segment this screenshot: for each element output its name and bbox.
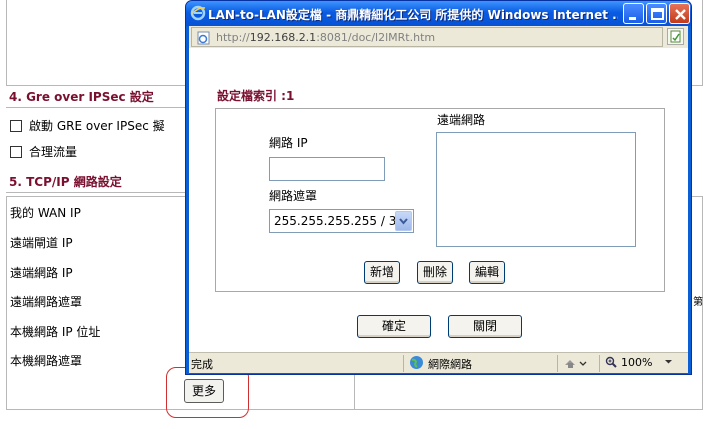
network-ip-label: 網路 IP bbox=[269, 136, 308, 150]
url-path: :8081/doc/l2lMRt.htm bbox=[316, 31, 436, 44]
netmask-label: 網路遮罩 bbox=[269, 189, 318, 203]
tcpip-section-title: 5. TCP/IP 網路設定 bbox=[6, 171, 186, 193]
url-prefix: http:// bbox=[216, 31, 250, 44]
tcpip-column-divider bbox=[354, 370, 355, 410]
remote-network-mask-label: 遠端網路遮罩 bbox=[10, 295, 83, 309]
remote-network-label: 遠端網路 bbox=[437, 113, 486, 127]
local-network-mask-label: 本機網路遮罩 bbox=[10, 354, 83, 368]
close-window-button[interactable] bbox=[669, 3, 690, 24]
minimize-button[interactable] bbox=[623, 3, 644, 24]
title-bar[interactable]: LAN-to-LAN設定檔 - 商鼎精細化工公司 所提供的 Windows In… bbox=[186, 1, 691, 26]
status-zone-text: 網際網路 bbox=[428, 358, 472, 371]
popup-content: 設定檔索引 :1 網路 IP 網路遮罩 255.255.255.255 / 32… bbox=[189, 48, 688, 352]
gre-enable-row[interactable]: 啟動 GRE over IPSec 擬 bbox=[10, 116, 165, 136]
local-network-ip-label: 本機網路 IP 位址 bbox=[10, 325, 101, 339]
address-bar: http://192.168.2.1:8081/doc/l2lMRt.htm bbox=[189, 26, 688, 48]
clipped-label-char: 第 bbox=[693, 297, 703, 308]
zoom-dropdown-icon[interactable] bbox=[664, 356, 673, 369]
remote-gateway-ip-label: 遠端閘道 IP bbox=[10, 236, 73, 250]
more-button[interactable]: 更多 bbox=[184, 379, 224, 403]
gre-section-title: 4. Gre over IPSec 設定 bbox=[6, 86, 186, 108]
ok-button[interactable]: 確定 bbox=[357, 315, 431, 338]
protected-mode-icon[interactable] bbox=[563, 356, 587, 373]
add-button[interactable]: 新增 bbox=[364, 261, 400, 284]
remote-network-list[interactable] bbox=[436, 132, 636, 247]
chevron-down-icon[interactable] bbox=[395, 211, 412, 231]
maximize-icon bbox=[651, 8, 664, 20]
compatibility-view-icon[interactable] bbox=[667, 28, 684, 45]
close-icon bbox=[675, 9, 686, 20]
status-separator bbox=[557, 355, 558, 372]
profile-index-title: 設定檔索引 :1 bbox=[217, 89, 295, 103]
my-wan-ip-label: 我的 WAN IP bbox=[10, 206, 81, 220]
status-done-text: 完成 bbox=[191, 358, 213, 371]
logical-traffic-checkbox[interactable] bbox=[10, 146, 22, 158]
gre-enable-checkbox[interactable] bbox=[10, 120, 22, 132]
globe-icon bbox=[409, 355, 424, 370]
netmask-select[interactable]: 255.255.255.255 / 32 bbox=[269, 209, 414, 233]
remote-network-ip-label: 遠端網路 IP bbox=[10, 266, 73, 280]
url-host: 192.168.2.1 bbox=[249, 31, 317, 44]
address-field[interactable]: http://192.168.2.1:8081/doc/l2lMRt.htm bbox=[191, 27, 663, 47]
status-bar: 完成 網際網路 100% bbox=[189, 352, 688, 373]
status-separator bbox=[403, 355, 404, 372]
close-button[interactable]: 關閉 bbox=[448, 315, 522, 338]
logical-traffic-row[interactable]: 合理流量 bbox=[10, 142, 77, 162]
lan-to-lan-popup-window: LAN-to-LAN設定檔 - 商鼎精細化工公司 所提供的 Windows In… bbox=[185, 0, 692, 375]
window-title: LAN-to-LAN設定檔 - 商鼎精細化工公司 所提供的 Windows In… bbox=[208, 8, 618, 22]
logical-traffic-label: 合理流量 bbox=[29, 145, 78, 159]
minimize-icon bbox=[629, 17, 636, 20]
address-url: http://192.168.2.1:8081/doc/l2lMRt.htm bbox=[216, 31, 435, 44]
edit-button[interactable]: 編輯 bbox=[469, 261, 505, 284]
network-ip-input[interactable] bbox=[269, 157, 385, 181]
maximize-button[interactable] bbox=[646, 3, 667, 24]
zoom-level[interactable]: 100% bbox=[621, 356, 652, 369]
delete-button[interactable]: 刪除 bbox=[417, 261, 453, 284]
ie-icon bbox=[190, 5, 206, 21]
netmask-value: 255.255.255.255 / 32 bbox=[274, 214, 405, 228]
gre-enable-label: 啟動 GRE over IPSec 擬 bbox=[29, 119, 165, 133]
status-separator bbox=[599, 355, 600, 372]
zoom-icon[interactable] bbox=[605, 356, 618, 372]
page-icon bbox=[196, 30, 212, 46]
